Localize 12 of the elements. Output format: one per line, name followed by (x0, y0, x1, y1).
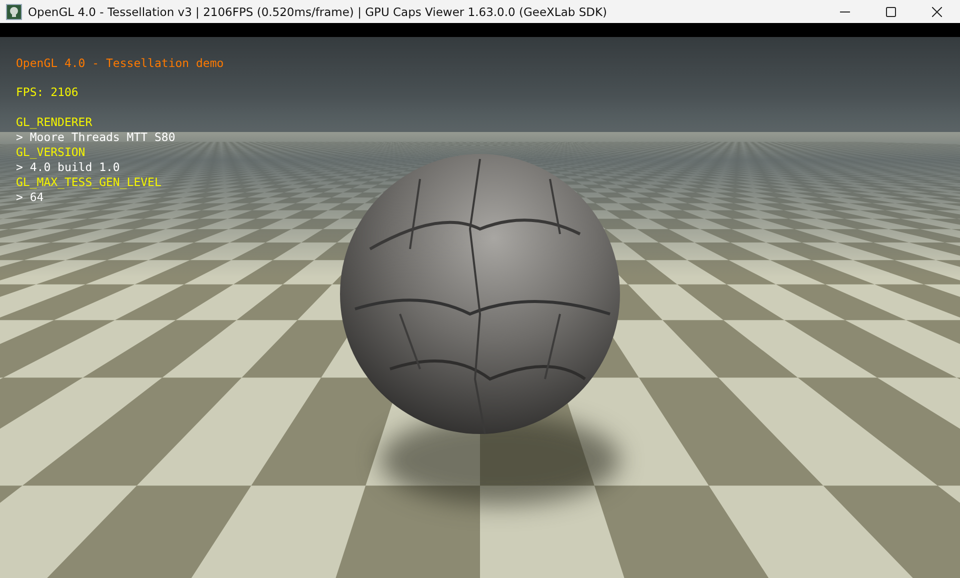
info-label: GL_MAX_TESS_GEN_LEVEL (16, 175, 162, 190)
fps-counter: FPS: 2106 (16, 85, 78, 100)
close-icon (932, 6, 942, 16)
demo-heading: OpenGL 4.0 - Tessellation demo (16, 56, 224, 71)
info-label: GL_VERSION (16, 145, 86, 160)
app-icon (6, 4, 22, 20)
info-value: > 64 (16, 190, 44, 205)
info-value: > 4.0 build 1.0 (16, 160, 120, 175)
info-label: GL_RENDERER (16, 115, 92, 130)
window-title: OpenGL 4.0 - Tessellation v3 | 2106FPS (0.520ms/frame) | GPU Caps Viewer 1.63.0.0 (GeeXLab SDK) (28, 4, 608, 18)
info-value: > Moore Threads MTT S80 (16, 130, 176, 145)
maximize-icon (886, 6, 896, 16)
